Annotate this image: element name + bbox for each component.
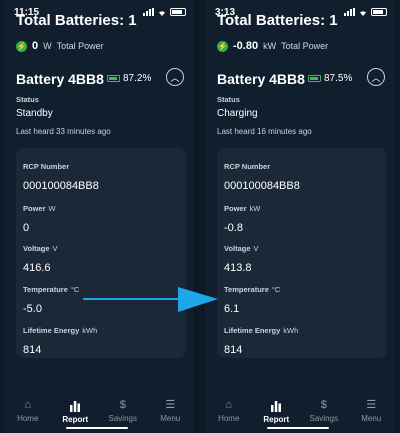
nav-menu[interactable]: ☰ Menu [149,390,191,433]
power-field: Power W 0 [23,204,56,234]
bolt-icon: ⚡ [16,40,27,52]
voltage-value: 416.6 [23,262,51,274]
total-batteries-heading: Total Batteries: 1 [16,12,137,29]
lifetime-energy-value: 814 [23,344,42,356]
last-heard: Last heard 33 minutes ago [16,127,111,136]
voltage-field: Voltage V 416.6 [23,244,58,274]
rcp-number-value: 000100084BB8 [23,180,99,192]
status-value: Charging [217,108,258,119]
collapse-button[interactable]: ︿ [166,68,184,86]
battery-percent-badge: 87.5% [308,73,352,84]
last-heard: Last heard 16 minutes ago [217,127,312,136]
total-power-unit: kW [263,41,277,51]
home-icon: ⌂ [225,399,233,411]
battery-percent: 87.5% [324,73,353,84]
chevron-up-icon: ︿ [170,72,180,83]
nav-home[interactable]: ⌂ Home [7,390,49,433]
temperature-field: Temperature °C 6.1 [224,285,281,315]
power-value: 0 [23,222,30,234]
right-screenshot: 3:13 Total Batteries: 1 ⚡ -0.80 kW Total… [205,0,395,433]
total-power-value: 0 [32,40,39,52]
total-power-value: -0.80 [233,40,259,52]
battery-level-icon [107,75,120,82]
battery-name: Battery 4BB8 [217,71,305,87]
menu-icon: ☰ [366,399,377,411]
signal-icon [344,8,355,16]
left-screenshot: 11:15 Total Batteries: 1 ⚡ 0 W Total Pow… [4,0,194,433]
phone-battery-icon [371,8,387,16]
bolt-icon: ⚡ [217,40,228,52]
battery-level-icon [308,75,321,82]
voltage-value: 413.8 [224,262,252,274]
status-value: Standby [16,108,53,119]
comparison-arrow-icon [83,287,218,312]
status-label: Status [217,95,240,104]
home-indicator [267,427,329,429]
signal-icon [143,8,154,16]
dollar-icon: $ [119,399,126,411]
total-power-unit: W [43,41,52,51]
status-label: Status [16,95,39,104]
dollar-icon: $ [320,399,327,411]
wifi-icon [360,11,366,16]
wifi-icon [159,11,165,16]
voltage-field: Voltage V 413.8 [224,244,259,274]
lifetime-energy-field: Lifetime Energy kWh 814 [224,326,299,356]
total-batteries-heading: Total Batteries: 1 [217,12,338,29]
battery-percent-badge: 87.2% [107,73,151,84]
nav-menu[interactable]: ☰ Menu [350,390,392,433]
rcp-number-value: 000100084BB8 [224,180,300,192]
temperature-value: -5.0 [23,303,42,315]
lifetime-energy-field: Lifetime Energy kWh 814 [23,326,98,356]
rcp-number-field: RCP Number 000100084BB8 [224,162,300,192]
menu-icon: ☰ [165,399,176,411]
collapse-button[interactable]: ︿ [367,68,385,86]
phone-battery-icon [170,8,186,16]
rcp-number-field: RCP Number 000100084BB8 [23,162,99,192]
lifetime-energy-value: 814 [224,344,243,356]
bar-chart-icon [271,401,282,412]
battery-percent: 87.2% [123,73,152,84]
bar-chart-icon [70,401,81,412]
total-power-row: ⚡ -0.80 kW Total Power [217,40,328,52]
power-field: Power kW -0.8 [224,204,261,234]
temperature-value: 6.1 [224,303,240,315]
total-power-label: Total Power [56,41,104,51]
temperature-field: Temperature °C -5.0 [23,285,80,315]
chevron-up-icon: ︿ [371,72,381,83]
power-value: -0.8 [224,222,243,234]
home-indicator [66,427,128,429]
battery-name: Battery 4BB8 [16,71,104,87]
battery-details-card: RCP Number 000100084BB8 Power kW -0.8 Vol… [217,148,387,358]
battery-details-card: RCP Number 000100084BB8 Power W 0 Voltage… [16,148,186,358]
total-power-label: Total Power [281,41,329,51]
total-power-row: ⚡ 0 W Total Power [16,40,104,52]
nav-home[interactable]: ⌂ Home [208,390,250,433]
home-icon: ⌂ [24,399,32,411]
